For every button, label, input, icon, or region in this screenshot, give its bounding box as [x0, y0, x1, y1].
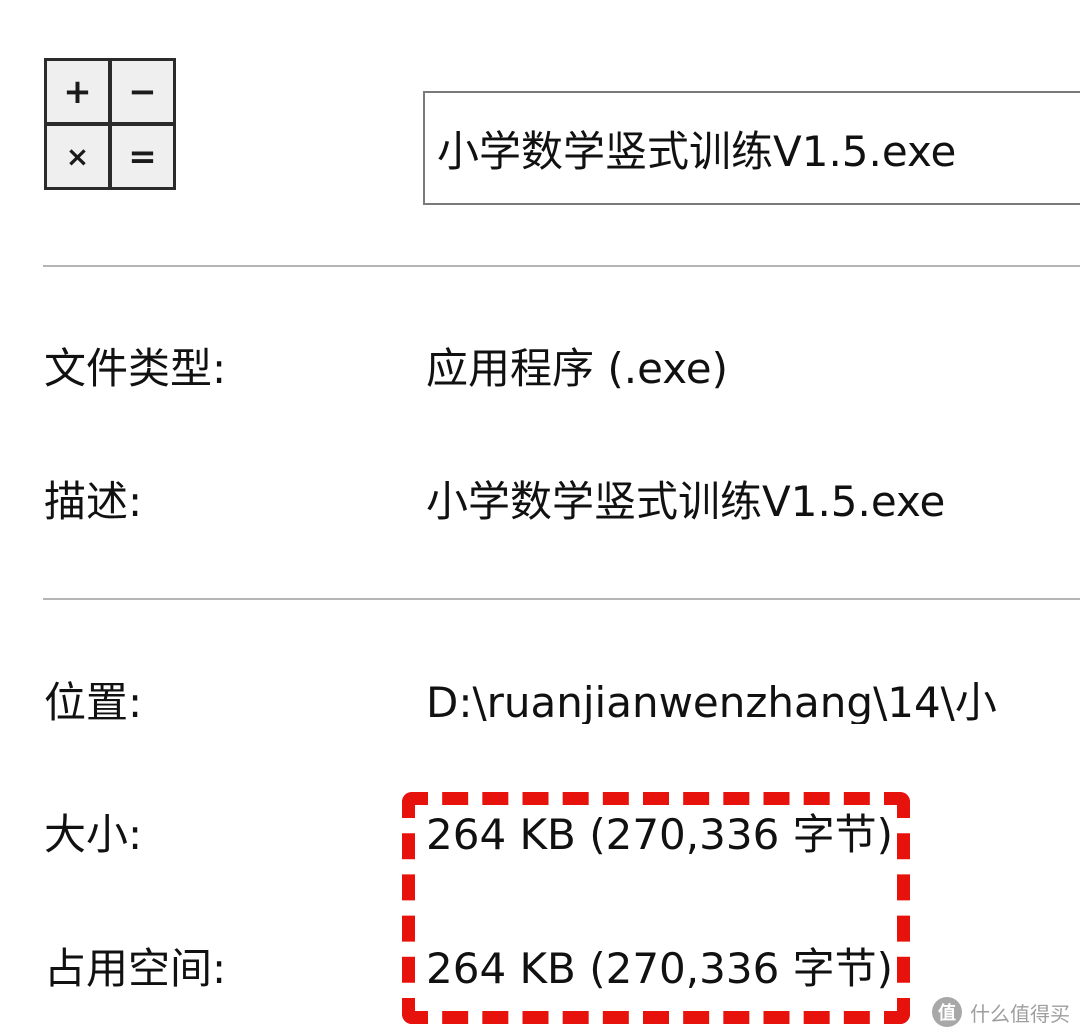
file-type-value: 应用程序 (.exe): [426, 344, 728, 393]
watermark-text: 什么值得买: [970, 1001, 1070, 1026]
size-label: 大小:: [44, 810, 143, 859]
file-properties-panel: + − × = 小学数学竖式训练V1.5.exe 文件类型: 应用程序 (.ex…: [0, 0, 1080, 1035]
divider: [43, 265, 1080, 267]
location-label: 位置:: [44, 678, 143, 727]
equals-key-icon: =: [112, 126, 173, 187]
size-value: 264 KB (270,336 字节): [426, 810, 894, 859]
watermark-logo-icon: 值: [932, 997, 962, 1027]
location-value[interactable]: D:\ruanjianwenzhang\14\小: [426, 682, 997, 724]
watermark: 值 什么值得买: [932, 997, 1070, 1027]
divider: [43, 598, 1080, 600]
file-type-label: 文件类型:: [44, 344, 227, 393]
filename-field[interactable]: 小学数学竖式训练V1.5.exe: [423, 91, 1080, 205]
multiply-key-icon: ×: [47, 126, 108, 187]
description-value: 小学数学竖式训练V1.5.exe: [426, 477, 946, 526]
minus-key-icon: −: [112, 61, 173, 122]
calculator-operators-icon: + − × =: [44, 58, 176, 190]
size-on-disk-value: 264 KB (270,336 字节): [426, 944, 894, 993]
filename-text: 小学数学竖式训练V1.5.exe: [437, 126, 957, 176]
size-on-disk-label: 占用空间:: [44, 944, 227, 993]
plus-key-icon: +: [47, 61, 108, 122]
description-label: 描述:: [44, 477, 143, 526]
